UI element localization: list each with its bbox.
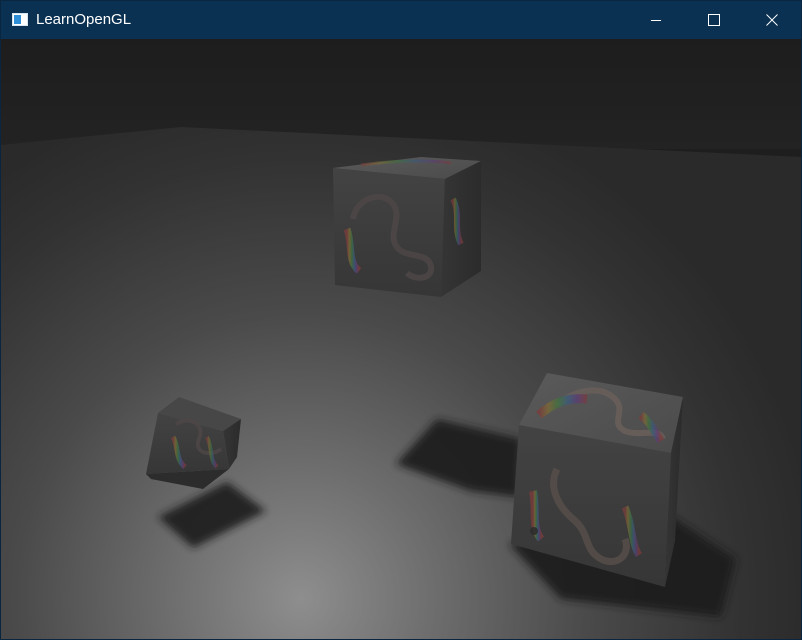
close-button[interactable] bbox=[743, 1, 801, 39]
cube-back bbox=[333, 157, 481, 297]
maximize-button[interactable] bbox=[685, 1, 743, 39]
title-bar[interactable]: LearnOpenGL bbox=[1, 1, 801, 39]
opengl-viewport[interactable] bbox=[1, 39, 801, 639]
app-icon bbox=[12, 13, 28, 26]
window-title: LearnOpenGL bbox=[36, 11, 132, 28]
close-icon bbox=[766, 14, 778, 26]
maximize-icon bbox=[708, 14, 720, 26]
minimize-icon bbox=[651, 20, 661, 21]
app-window: LearnOpenGL bbox=[0, 0, 802, 640]
rendered-scene bbox=[1, 39, 801, 639]
minimize-button[interactable] bbox=[627, 1, 685, 39]
back-wall bbox=[1, 39, 801, 149]
